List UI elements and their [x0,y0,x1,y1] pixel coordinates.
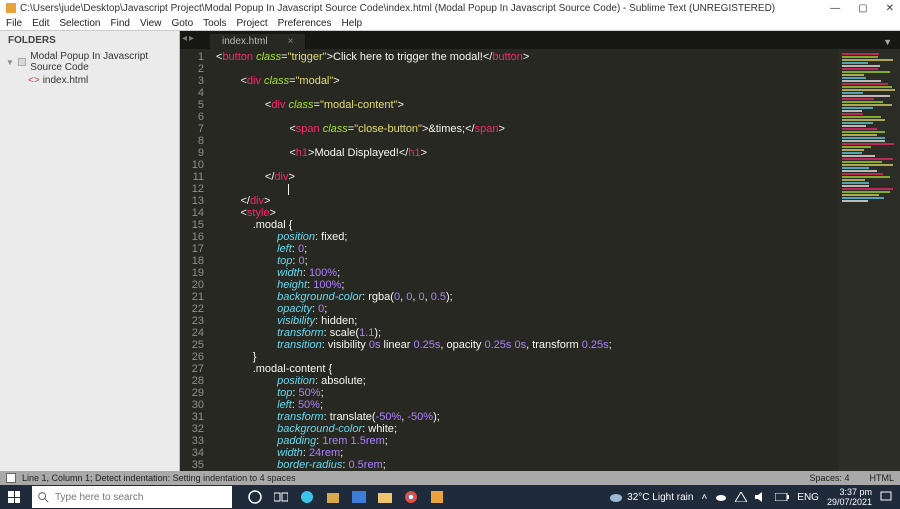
weather-widget[interactable]: 32°C Light rain [609,491,693,503]
system-tray: 32°C Light rain ˄ ENG 3:37 pm 29/07/2021 [609,487,900,507]
sublime-icon[interactable] [430,490,444,504]
tab-index-html[interactable]: index.html × [210,34,306,49]
folder-icon [18,58,26,66]
battery-icon[interactable] [775,493,789,501]
menubar: File Edit Selection Find View Goto Tools Projec… [0,16,900,31]
clock[interactable]: 3:37 pm 29/07/2021 [827,487,872,507]
back-icon[interactable]: ◂ [182,33,187,44]
edge-icon[interactable] [300,490,314,504]
statusbar: Line 1, Column 1; Detect indentation: Se… [0,471,900,485]
tray-chevron-icon[interactable]: ˄ [701,492,707,503]
cortana-icon[interactable] [248,490,262,504]
line-gutter: 1234567891011121314151617181920212223242… [180,49,210,471]
taskbar-pinned [248,490,444,504]
menu-preferences[interactable]: Preferences [278,18,332,29]
forward-icon[interactable]: ▸ [189,33,194,44]
status-left: Line 1, Column 1; Detect indentation: Se… [22,473,296,483]
main-area: FOLDERS ▼ Modal Popup In Javascript Sour… [0,31,900,471]
notifications-icon[interactable] [880,491,892,503]
editor: ◂ ▸ index.html × ▼ 123456789101112131415… [180,31,900,471]
taskview-icon[interactable] [274,490,288,504]
window-title: C:\Users\jude\Desktop\Javascript Project… [20,3,775,14]
minimize-button[interactable]: — [830,3,840,14]
status-spaces[interactable]: Spaces: 4 [809,473,849,483]
chrome-icon[interactable] [404,490,418,504]
chevron-down-icon: ▼ [6,58,14,67]
menu-edit[interactable]: Edit [32,18,49,29]
windows-icon [8,491,20,503]
menu-selection[interactable]: Selection [59,18,100,29]
menu-file[interactable]: File [6,18,22,29]
app-icon [6,3,16,13]
sidebar: FOLDERS ▼ Modal Popup In Javascript Sour… [0,31,180,471]
status-lang[interactable]: HTML [870,473,895,483]
close-button[interactable]: ✕ [886,3,894,14]
start-button[interactable] [0,485,28,509]
tab-history-arrows[interactable]: ◂ ▸ [182,33,194,44]
file-label: index.html [43,75,89,86]
weather-icon [609,491,623,503]
menu-view[interactable]: View [140,18,162,29]
code-content[interactable]: <button class="trigger">Click here to tr… [210,49,838,471]
menu-goto[interactable]: Goto [171,18,193,29]
status-panel-icon[interactable] [6,473,16,483]
folder-label: Modal Popup In Javascript Source Code [30,51,173,73]
menu-project[interactable]: Project [237,18,268,29]
volume-icon[interactable] [755,492,767,502]
tabstrip: index.html × ▼ [180,31,900,49]
search-placeholder: Type here to search [55,492,143,503]
menu-tools[interactable]: Tools [203,18,226,29]
mail-icon[interactable] [352,490,366,504]
sidebar-header: FOLDERS [0,31,179,50]
tab-close-icon[interactable]: × [288,36,294,47]
folder-row[interactable]: ▼ Modal Popup In Javascript Source Code [0,50,179,74]
store-icon[interactable] [326,490,340,504]
clock-time: 3:37 pm [827,487,872,497]
taskbar-search[interactable]: Type here to search [32,486,232,508]
clock-date: 29/07/2021 [827,497,872,507]
network-icon[interactable] [735,492,747,502]
file-row[interactable]: <>index.html [0,74,179,87]
maximize-button[interactable]: ▢ [858,3,867,14]
search-icon [38,492,49,503]
code-area[interactable]: 1234567891011121314151617181920212223242… [180,49,900,471]
tab-label: index.html [222,36,268,47]
taskbar: Type here to search 32°C Light rain ˄ EN… [0,485,900,509]
weather-text: 32°C Light rain [627,492,693,503]
html-file-icon: <> [28,75,40,86]
minimap[interactable] [838,49,900,471]
window-titlebar: C:\Users\jude\Desktop\Javascript Project… [0,0,900,16]
language-indicator[interactable]: ENG [797,492,819,503]
explorer-icon[interactable] [378,490,392,504]
onedrive-icon[interactable] [715,492,727,502]
menu-help[interactable]: Help [342,18,363,29]
tab-overflow-icon[interactable]: ▼ [875,35,900,49]
menu-find[interactable]: Find [111,18,130,29]
